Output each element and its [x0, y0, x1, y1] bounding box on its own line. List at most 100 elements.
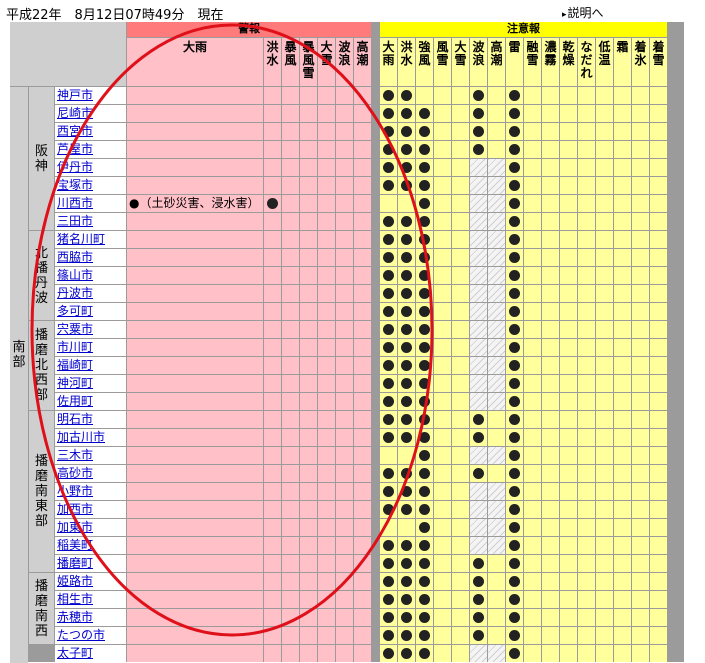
advisory-cell: [632, 411, 649, 428]
city-link[interactable]: 高砂市: [57, 466, 93, 480]
advisory-dot: [509, 324, 520, 335]
advisory-cell: [488, 411, 505, 428]
advisory-cell: [542, 213, 559, 230]
warning-cell: [336, 609, 353, 626]
advisory-column-label: 強風: [418, 40, 431, 67]
city-link[interactable]: 西宮市: [57, 124, 93, 138]
advisory-cell: [614, 285, 631, 302]
advisory-cell: [380, 321, 397, 338]
help-link[interactable]: ▸説明へ: [562, 4, 604, 21]
city-link[interactable]: 赤穂市: [57, 610, 93, 624]
advisory-cell: [596, 627, 613, 644]
city-link[interactable]: 三田市: [57, 214, 93, 228]
advisory-dot: [383, 162, 394, 173]
warning-cell: [336, 375, 353, 392]
warning-cell: [318, 393, 335, 410]
advisory-cell: [434, 267, 451, 284]
advisory-cell: [398, 501, 415, 518]
warning-cell: [300, 537, 317, 554]
city-link[interactable]: 播磨町: [57, 556, 93, 570]
advisory-dot: [509, 396, 520, 407]
advisory-cell: [380, 627, 397, 644]
warning-cell: [127, 141, 263, 158]
advisory-cell: [596, 591, 613, 608]
advisory-dot: [419, 576, 430, 587]
advisory-cell: [650, 429, 667, 446]
advisory-dot: [509, 198, 520, 209]
city-link[interactable]: 市川町: [57, 340, 93, 354]
city-link[interactable]: 稲美町: [57, 538, 93, 552]
warning-cell: [336, 501, 353, 518]
warning-cell: [318, 303, 335, 320]
warning-cell: [300, 177, 317, 194]
city-link[interactable]: 加古川市: [57, 430, 105, 444]
city-link[interactable]: たつの市: [57, 628, 105, 642]
city-link[interactable]: 福崎町: [57, 358, 93, 372]
warning-column-label: 高潮: [356, 40, 369, 67]
city-cell: 神河町: [55, 375, 126, 392]
city-link[interactable]: 宍粟市: [57, 322, 93, 336]
warning-column-label: 波浪: [338, 40, 351, 67]
advisory-cell: [596, 177, 613, 194]
city-link[interactable]: 加東市: [57, 520, 93, 534]
advisory-cell: [596, 339, 613, 356]
advisory-cell: [488, 267, 505, 284]
advisory-column-label: 濃霧: [544, 40, 557, 67]
city-link[interactable]: 三木市: [57, 448, 93, 462]
advisory-cell: [398, 573, 415, 590]
city-cell: 神戸市: [55, 87, 126, 104]
advisory-cell: [614, 393, 631, 410]
city-link[interactable]: 芦屋市: [57, 142, 93, 156]
advisory-dot: [401, 504, 412, 515]
city-link[interactable]: 佐用町: [57, 394, 93, 408]
advisory-dot: [383, 306, 394, 317]
city-link[interactable]: 伊丹市: [57, 160, 93, 174]
city-link[interactable]: 相生市: [57, 592, 93, 606]
city-link[interactable]: 神河町: [57, 376, 93, 390]
advisory-cell: [416, 447, 433, 464]
advisory-cell: [506, 465, 523, 482]
warning-cell: [282, 285, 299, 302]
advisory-dot: [419, 360, 430, 371]
city-link[interactable]: 神戸市: [57, 88, 93, 102]
city-link[interactable]: 西脇市: [57, 250, 93, 264]
city-cell: 伊丹市: [55, 159, 126, 176]
advisory-cell: [470, 393, 487, 410]
warning-cell: [318, 645, 335, 662]
city-link[interactable]: 尼崎市: [57, 106, 93, 120]
city-link[interactable]: 太子町: [57, 646, 93, 660]
city-link[interactable]: 川西市: [57, 196, 93, 210]
advisory-cell: [470, 519, 487, 536]
city-cell: たつの市: [55, 627, 126, 644]
advisory-cell: [434, 159, 451, 176]
advisory-dot: [473, 558, 484, 569]
city-link[interactable]: 明石市: [57, 412, 93, 426]
city-link[interactable]: 猪名川町: [57, 232, 105, 246]
advisory-cell: [434, 645, 451, 662]
warning-cell: [336, 87, 353, 104]
advisory-dot: [473, 612, 484, 623]
advisory-cell: [452, 213, 469, 230]
advisory-cell: [380, 231, 397, 248]
advisory-dot: [419, 198, 430, 209]
advisory-cell: [398, 195, 415, 212]
advisory-cell: [524, 465, 541, 482]
advisory-column-header: 強風: [416, 38, 433, 86]
city-link[interactable]: 小野市: [57, 484, 93, 498]
city-link[interactable]: 宝塚市: [57, 178, 93, 192]
advisory-cell: [650, 609, 667, 626]
advisory-cell: [488, 627, 505, 644]
city-link[interactable]: 多可町: [57, 304, 93, 318]
advisory-cell: [416, 339, 433, 356]
advisory-cell: [452, 267, 469, 284]
warning-cell: [264, 555, 281, 572]
advisory-dot: [419, 216, 430, 227]
advisory-cell: [470, 555, 487, 572]
advisory-dot: [473, 432, 484, 443]
advisory-cell: [614, 537, 631, 554]
city-link[interactable]: 加西市: [57, 502, 93, 516]
city-link[interactable]: 姫路市: [57, 574, 93, 588]
city-link[interactable]: 丹波市: [57, 286, 93, 300]
warning-cell: [300, 591, 317, 608]
city-link[interactable]: 篠山市: [57, 268, 93, 282]
